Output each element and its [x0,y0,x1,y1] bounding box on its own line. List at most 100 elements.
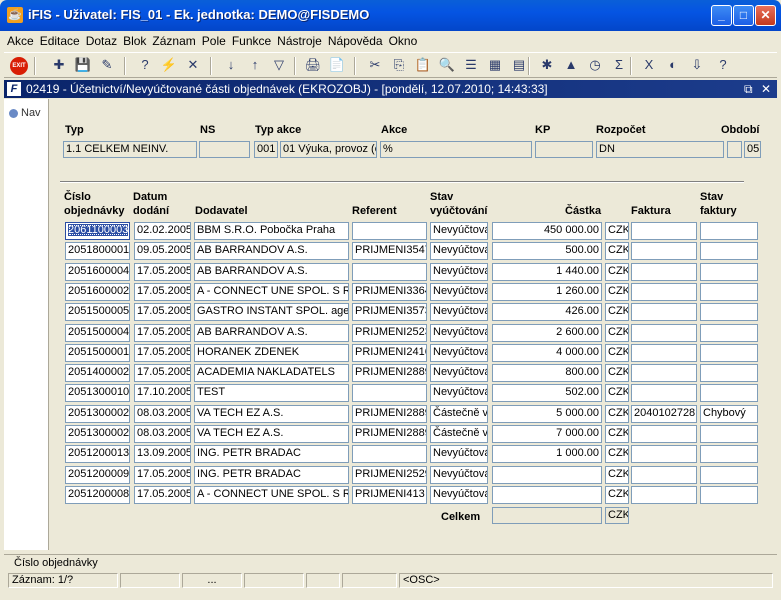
cell-castka[interactable]: 5 000.00 [492,404,602,423]
cell-cislo[interactable]: 2051600004 [65,262,130,281]
cell-mena[interactable]: CZK [605,323,629,342]
cell-castka[interactable] [492,465,602,484]
cell-stav[interactable]: Nevyúčtová [430,343,488,362]
cell-stav-faktury[interactable] [700,222,758,240]
cell-cislo[interactable]: 2051400002 [65,364,130,383]
cell-dodavatel[interactable]: VA TECH EZ A.S. [194,425,349,443]
cell-stav[interactable]: Nevyúčtová [430,222,488,240]
cell-stav[interactable]: Nevyúčtová [430,262,488,281]
cell-stav-faktury[interactable] [700,485,758,504]
cell-dodavatel[interactable]: AB BARRANDOV A.S. [194,242,349,261]
cell-cislo[interactable]: 2051300002 [65,404,130,423]
cell-stav[interactable]: Částečně v [430,425,488,443]
cell-castka[interactable]: 502.00 [492,384,602,403]
cell-datum[interactable]: 02.02.2005 [134,222,191,240]
cell-datum[interactable]: 17.05.2005 [134,364,191,383]
cell-stav-faktury[interactable] [700,242,758,261]
cell-faktura[interactable] [631,303,697,322]
cell-dodavatel[interactable]: GASTRO INSTANT SPOL. agentu [194,303,349,322]
cell-mena[interactable]: CZK [605,282,629,301]
cell-dodavatel[interactable]: AB BARRANDOV A.S. [194,323,349,342]
cell-faktura[interactable] [631,445,697,464]
cell-mena[interactable]: CZK [605,425,629,443]
cell-faktura[interactable] [631,384,697,403]
cell-referent[interactable]: PRIJMENI2529 J [352,465,427,484]
cell-cislo[interactable]: 2051500001 [65,343,130,362]
cell-stav-faktury[interactable] [700,343,758,362]
cell-datum[interactable]: 17.05.2005 [134,465,191,484]
cell-stav-faktury[interactable] [700,282,758,301]
cell-referent[interactable] [352,262,427,281]
cell-mena[interactable]: CZK [605,404,629,423]
cell-dodavatel[interactable]: ING. PETR BRADAC [194,445,349,464]
cell-mena[interactable]: CZK [605,465,629,484]
cell-referent[interactable]: PRIJMENI3573 Z [352,303,427,322]
cell-faktura[interactable] [631,343,697,362]
cell-castka[interactable]: 1 260.00 [492,282,602,301]
cell-datum[interactable]: 17.05.2005 [134,262,191,281]
cell-cislo[interactable]: 2051500005 [65,303,130,322]
cell-castka[interactable]: 450 000.00 [492,222,602,240]
cell-cislo[interactable]: 2051800001 [65,242,130,261]
cell-faktura[interactable] [631,242,697,261]
cell-faktura[interactable] [631,323,697,342]
cell-stav-faktury[interactable] [700,465,758,484]
obdobi-field[interactable]: 05 [744,141,761,158]
cell-cislo[interactable]: 2051600002 [65,282,130,301]
cell-stav[interactable]: Částečně v [430,404,488,423]
cell-referent[interactable]: PRIJMENI3547 J [352,242,427,261]
cell-mena[interactable]: CZK [605,242,629,261]
cell-stav-faktury[interactable] [700,364,758,383]
cell-datum[interactable]: 17.05.2005 [134,282,191,301]
cell-cislo[interactable]: 2051200009 [65,465,130,484]
ns-field[interactable] [199,141,250,158]
rozpocet-field[interactable]: DN [596,141,724,158]
cell-datum[interactable]: 13.09.2005 [134,445,191,464]
cell-castka[interactable]: 1 440.00 [492,262,602,281]
cell-datum[interactable]: 17.05.2005 [134,343,191,362]
cell-castka[interactable]: 7 000.00 [492,425,602,443]
obdobi-flag-field[interactable] [727,141,742,158]
cell-referent[interactable]: PRIJMENI2889 H [352,404,427,423]
cell-stav-faktury[interactable] [700,323,758,342]
typ-field[interactable]: 1.1 CELKEM NEINV. [63,141,197,158]
cell-mena[interactable]: CZK [605,445,629,464]
cell-datum[interactable]: 08.03.2005 [134,404,191,423]
cell-stav[interactable]: Nevyúčtová [430,323,488,342]
cell-mena[interactable]: CZK [605,364,629,383]
cell-castka[interactable]: 500.00 [492,242,602,261]
cell-referent[interactable] [352,222,427,240]
typ-akce-code-field[interactable]: 001 [254,141,278,158]
typ-akce-name-field[interactable]: 01 Výuka, provoz (c [280,141,377,158]
cell-dodavatel[interactable]: ACADEMIA NAKLADATELS [194,364,349,383]
cell-castka[interactable]: 1 000.00 [492,445,602,464]
cell-dodavatel[interactable]: A - CONNECT UNE SPOL. S R. O [194,485,349,504]
cell-faktura[interactable] [631,222,697,240]
cell-stav-faktury[interactable]: Chybový [700,404,758,423]
cell-referent[interactable]: PRIJMENI2889 H [352,425,427,443]
cell-mena[interactable]: CZK [605,384,629,403]
cell-mena[interactable]: CZK [605,485,629,504]
cell-cislo[interactable]: 2051200013 [65,445,130,464]
cell-stav[interactable]: Nevyúčtová [430,242,488,261]
cell-stav-faktury[interactable] [700,303,758,322]
cell-dodavatel[interactable]: TEST [194,384,349,403]
cell-referent[interactable]: PRIJMENI3364 D [352,282,427,301]
cell-faktura[interactable] [631,425,697,443]
cell-faktura[interactable] [631,364,697,383]
cell-referent[interactable] [352,445,427,464]
cell-faktura[interactable] [631,282,697,301]
cell-castka[interactable] [492,485,602,504]
cell-stav[interactable]: Nevyúčtová [430,282,488,301]
cell-datum[interactable]: 17.05.2005 [134,323,191,342]
cell-dodavatel[interactable]: A - CONNECT UNE SPOL. S R. O [194,282,349,301]
cell-mena[interactable]: CZK [605,343,629,362]
cell-referent[interactable]: PRIJMENI2416 J [352,343,427,362]
cell-faktura[interactable] [631,485,697,504]
cell-dodavatel[interactable]: ING. PETR BRADAC [194,465,349,484]
cell-cislo[interactable]: 2051500004 [65,323,130,342]
cell-stav[interactable]: Nevyúčtová [430,303,488,322]
cell-cislo[interactable]: 2051300010 [65,384,130,403]
cell-stav[interactable]: Nevyúčtová [430,364,488,383]
cell-datum[interactable]: 17.05.2005 [134,485,191,504]
